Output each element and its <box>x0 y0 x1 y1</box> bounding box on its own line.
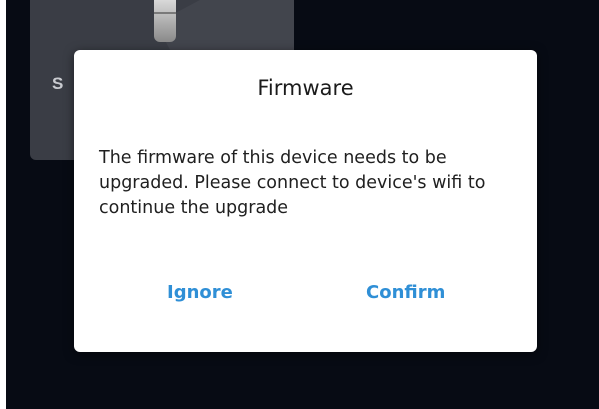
firmware-dialog: Firmware The firmware of this device nee… <box>74 50 537 352</box>
device-card-label: S <box>52 74 64 93</box>
confirm-button[interactable]: Confirm <box>366 282 445 303</box>
dialog-title: Firmware <box>257 76 354 100</box>
device-image <box>154 0 176 42</box>
dialog-message: The firmware of this device needs to be … <box>99 148 486 218</box>
ignore-button[interactable]: Ignore <box>167 282 233 303</box>
app-screen: S Firmware The firmware of this device n… <box>6 0 599 409</box>
device-image-detail <box>154 12 176 14</box>
